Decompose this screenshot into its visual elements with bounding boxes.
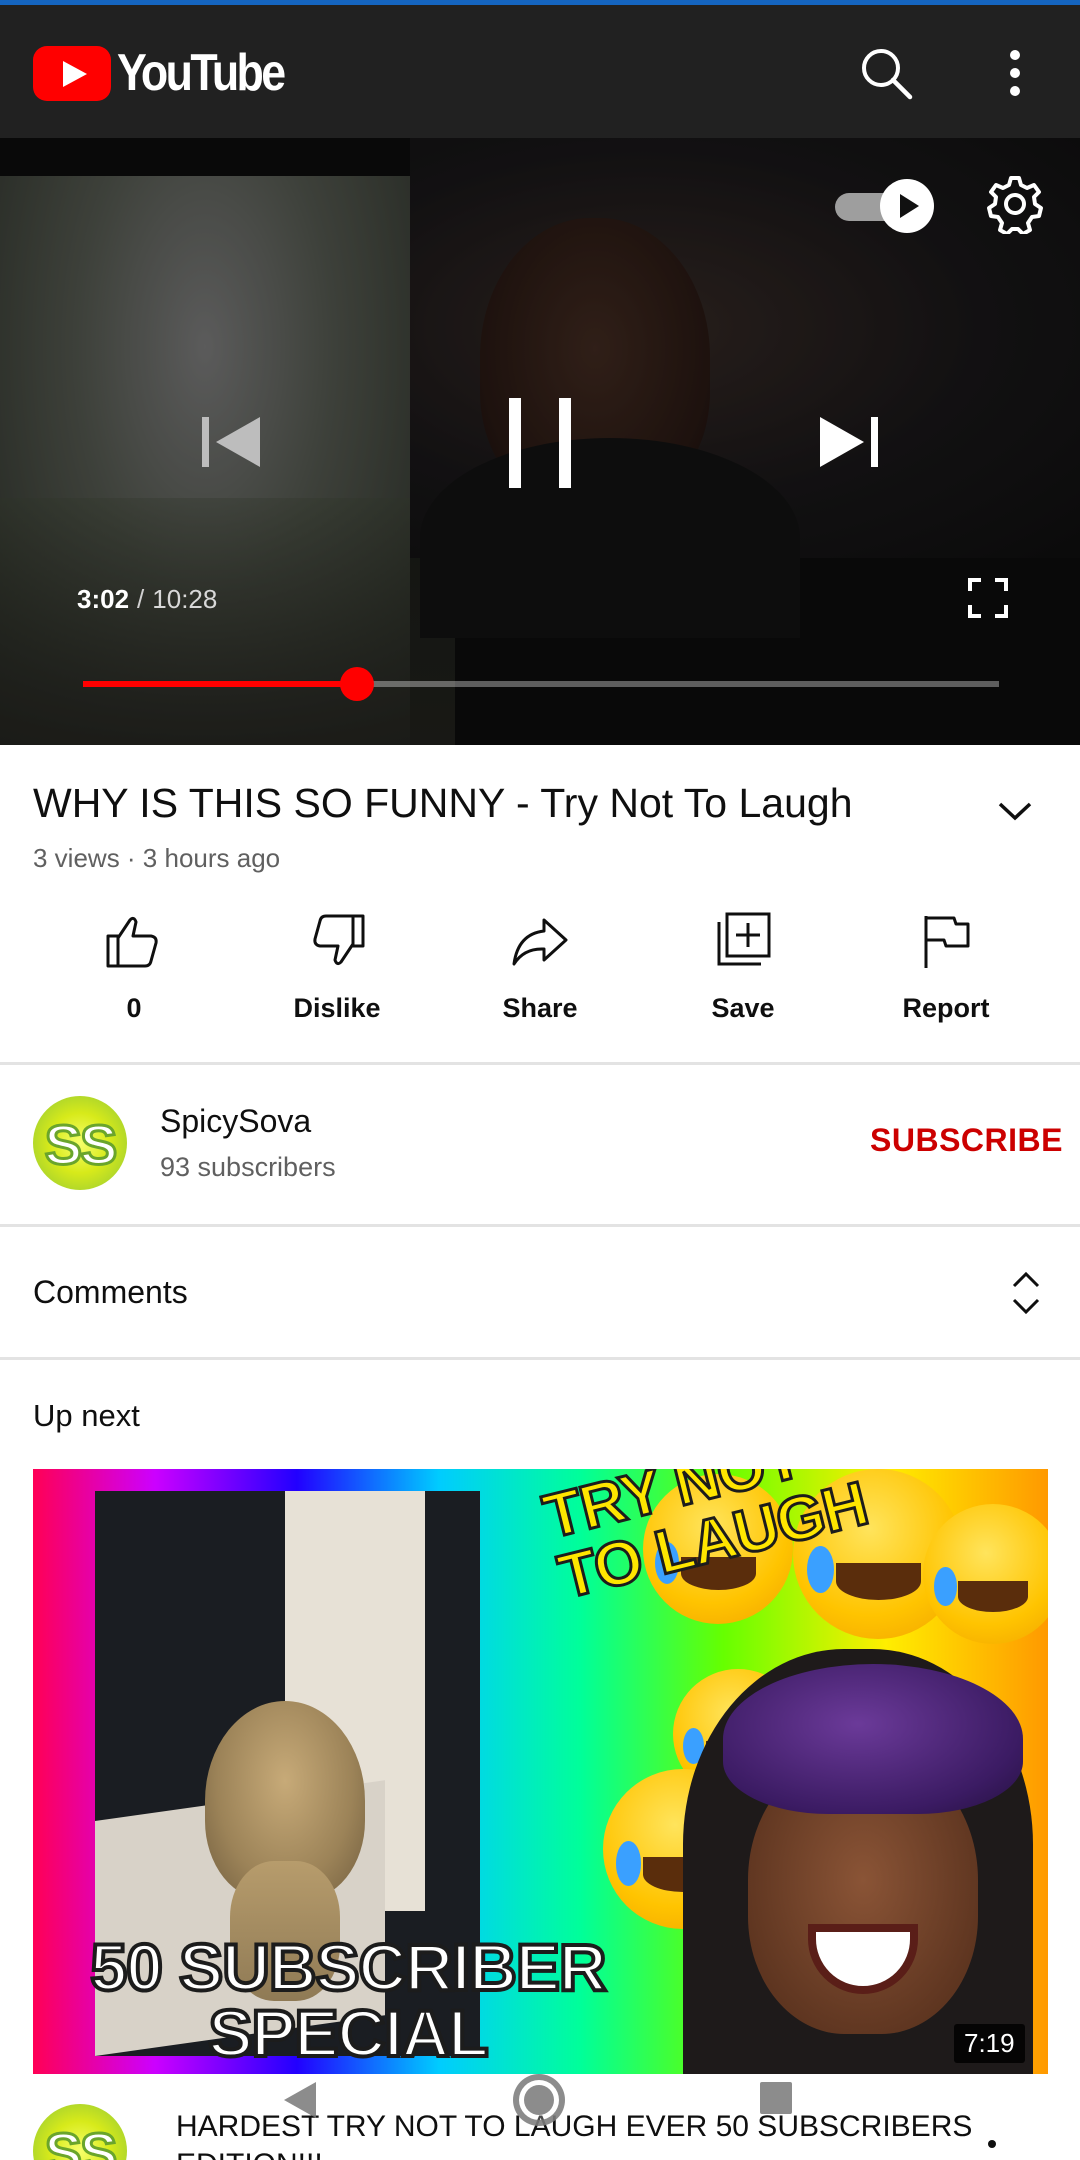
report-button[interactable]: Report [846, 905, 1046, 1035]
dislike-label: Dislike [293, 993, 381, 1023]
next-more-vert-icon[interactable] [985, 2138, 999, 2160]
save-label: Save [711, 993, 775, 1023]
unfold-more-icon[interactable] [1008, 1268, 1044, 1318]
up-next-duration-badge: 7:19 [954, 2024, 1025, 2063]
video-player[interactable]: 3:02/10:28 [0, 138, 1080, 745]
like-count: 0 [126, 993, 142, 1023]
channel-name[interactable]: SpicySova [160, 1103, 311, 1140]
share-label: Share [502, 993, 578, 1023]
settings-gear-icon[interactable] [985, 174, 1045, 239]
share-icon [512, 918, 568, 966]
more-vert-icon[interactable] [985, 43, 1045, 103]
autoplay-play-icon [880, 179, 934, 233]
seek-bar-thumb[interactable] [339, 667, 374, 701]
comments-header[interactable]: Comments [33, 1274, 188, 1311]
up-next-label: Up next [33, 1398, 140, 1433]
add-to-playlist-icon [717, 912, 771, 966]
thumbnail-subtitle-line-2: SPECIAL [206, 1996, 490, 2070]
youtube-play-logo-icon [33, 45, 111, 101]
video-title: WHY IS THIS SO FUNNY - Try Not To Laugh [33, 780, 853, 826]
flag-icon [924, 916, 970, 968]
fullscreen-icon[interactable] [968, 578, 1008, 623]
next-channel-avatar-text: SS [43, 2120, 119, 2160]
up-next-thumbnail[interactable]: TRY NOT TO LAUGH 50 SUBSCRIBER SPECIAL [33, 1469, 1048, 2074]
thumbnail-bonnet [723, 1664, 1023, 1814]
action-bar: 0 Dislike Share Save Report [0, 905, 1080, 1035]
seek-bar-played [83, 681, 357, 687]
report-label: Report [902, 993, 990, 1023]
channel-avatar-text: SS [43, 1112, 119, 1178]
search-icon[interactable] [856, 43, 916, 103]
divider [0, 1224, 1080, 1227]
channel-avatar[interactable]: SS [33, 1096, 127, 1190]
next-video-title[interactable]: HARDEST TRY NOT TO LAUGH EVER 50 SUBSCRI… [176, 2108, 976, 2160]
divider [0, 1357, 1080, 1360]
thumb-up-icon [106, 916, 158, 968]
video-meta: 3 views · 3 hours ago [33, 843, 281, 873]
like-button[interactable]: 0 [34, 905, 234, 1035]
total-duration: 10:28 [152, 584, 218, 614]
thumb-down-icon [313, 914, 365, 966]
app-bar: YouTube [0, 5, 1080, 138]
dislike-button[interactable]: Dislike [237, 905, 437, 1035]
laughing-emoji-icon [923, 1504, 1048, 1644]
time-display: 3:02/10:28 [77, 584, 217, 615]
expand-description-icon[interactable] [990, 790, 1040, 830]
save-button[interactable]: Save [643, 905, 843, 1035]
pause-icon[interactable] [505, 396, 575, 495]
seek-bar[interactable] [83, 667, 999, 701]
app-name: YouTube [117, 44, 286, 102]
thumbnail-subtitle-line-1: 50 SUBSCRIBER [88, 1930, 608, 2004]
current-time: 3:02 [77, 584, 130, 614]
thumbnail-subtitle-text: 50 SUBSCRIBER SPECIAL [38, 1930, 658, 2070]
previous-icon[interactable] [200, 413, 262, 476]
subscribe-button[interactable]: SUBSCRIBE [870, 1122, 1063, 1159]
autoplay-toggle[interactable] [835, 176, 935, 236]
time-separator: / [137, 584, 145, 614]
next-channel-avatar[interactable]: SS [33, 2104, 127, 2160]
subscriber-count: 93 subscribers [160, 1152, 336, 1182]
divider [0, 1062, 1080, 1065]
youtube-logo[interactable]: YouTube [33, 43, 311, 103]
share-button[interactable]: Share [440, 905, 640, 1035]
next-icon[interactable] [818, 413, 880, 476]
